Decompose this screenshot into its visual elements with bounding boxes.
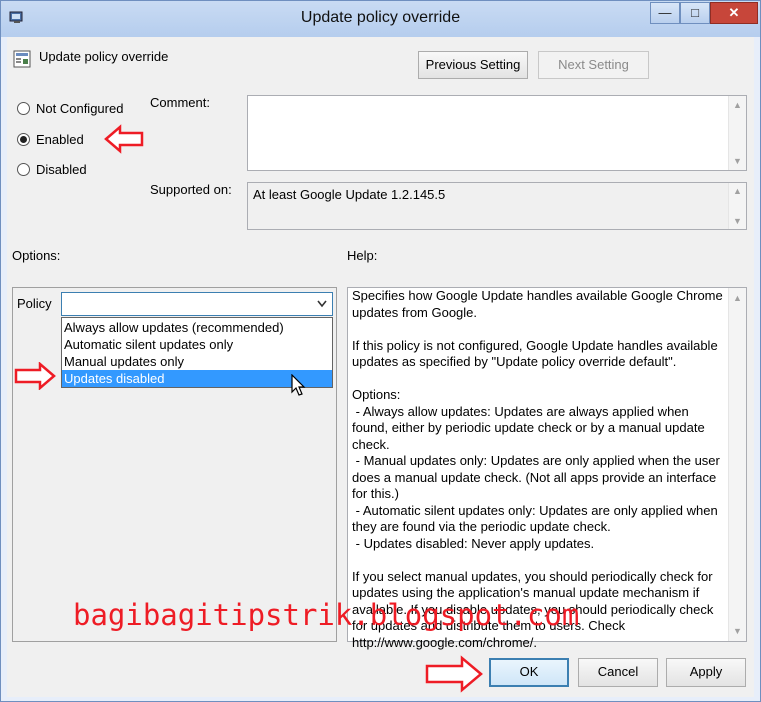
- scroll-up-icon[interactable]: ▲: [729, 293, 746, 303]
- apply-button[interactable]: Apply: [666, 658, 746, 687]
- comment-scrollbar[interactable]: ▲ ▼: [728, 96, 746, 170]
- comment-label: Comment:: [150, 95, 210, 110]
- next-setting-button[interactable]: Next Setting: [538, 51, 649, 79]
- options-label: Options:: [12, 248, 61, 263]
- close-icon: ✕: [728, 5, 740, 20]
- scroll-up-icon[interactable]: ▲: [729, 100, 746, 110]
- policy-setting-icon: [13, 50, 31, 68]
- maximize-button[interactable]: □: [680, 2, 710, 24]
- policy-title: Update policy override: [39, 49, 169, 64]
- radio-disabled[interactable]: [17, 163, 30, 176]
- annotation-arrow-left-icon: [104, 124, 144, 154]
- dialog-content: Update policy override Previous Setting …: [7, 37, 754, 697]
- disabled-label[interactable]: Disabled: [36, 162, 87, 177]
- radio-not-configured[interactable]: [17, 102, 30, 115]
- ok-button[interactable]: OK: [489, 658, 569, 687]
- help-scrollbar[interactable]: ▲ ▼: [728, 288, 746, 641]
- option-always-allow[interactable]: Always allow updates (recommended): [62, 319, 332, 336]
- option-manual-only[interactable]: Manual updates only: [62, 353, 332, 370]
- not-configured-label[interactable]: Not Configured: [36, 101, 123, 116]
- policy-select[interactable]: [61, 292, 333, 316]
- annotation-arrow-right-icon: [14, 362, 56, 390]
- supported-on-field: At least Google Update 1.2.145.5 ▲ ▼: [247, 182, 747, 230]
- title-bar[interactable]: Update policy override — □ ✕: [1, 1, 760, 37]
- comment-field[interactable]: ▲ ▼: [247, 95, 747, 171]
- supported-scrollbar[interactable]: ▲ ▼: [728, 183, 746, 229]
- supported-on-value: At least Google Update 1.2.145.5: [253, 187, 446, 202]
- previous-setting-button[interactable]: Previous Setting: [418, 51, 528, 79]
- policy-label: Policy: [17, 296, 52, 311]
- scroll-up-icon[interactable]: ▲: [729, 186, 746, 196]
- chevron-down-icon: [317, 300, 327, 308]
- cancel-button[interactable]: Cancel: [578, 658, 658, 687]
- policy-dialog: Update policy override — □ ✕ Update poli…: [0, 0, 761, 702]
- close-button[interactable]: ✕: [710, 2, 758, 24]
- watermark-text: bagibagitipstrik.blogspot.com: [73, 598, 580, 632]
- scroll-down-icon[interactable]: ▼: [729, 626, 746, 636]
- help-panel: Specifies how Google Update handles avai…: [347, 287, 747, 650]
- help-text: Specifies how Google Update handles avai…: [352, 288, 723, 650]
- enabled-label[interactable]: Enabled: [36, 132, 84, 147]
- radio-enabled[interactable]: [17, 133, 30, 146]
- supported-on-label: Supported on:: [150, 182, 232, 197]
- maximize-icon: □: [691, 5, 699, 20]
- minimize-icon: —: [658, 5, 672, 20]
- scroll-down-icon[interactable]: ▼: [729, 216, 746, 226]
- mouse-cursor-icon: [291, 374, 306, 396]
- window-title: Update policy override: [300, 9, 461, 26]
- annotation-arrow-ok-icon: [425, 655, 483, 693]
- minimize-button[interactable]: —: [650, 2, 680, 24]
- scroll-down-icon[interactable]: ▼: [729, 156, 746, 166]
- option-automatic-silent[interactable]: Automatic silent updates only: [62, 336, 332, 353]
- help-label: Help:: [347, 248, 378, 263]
